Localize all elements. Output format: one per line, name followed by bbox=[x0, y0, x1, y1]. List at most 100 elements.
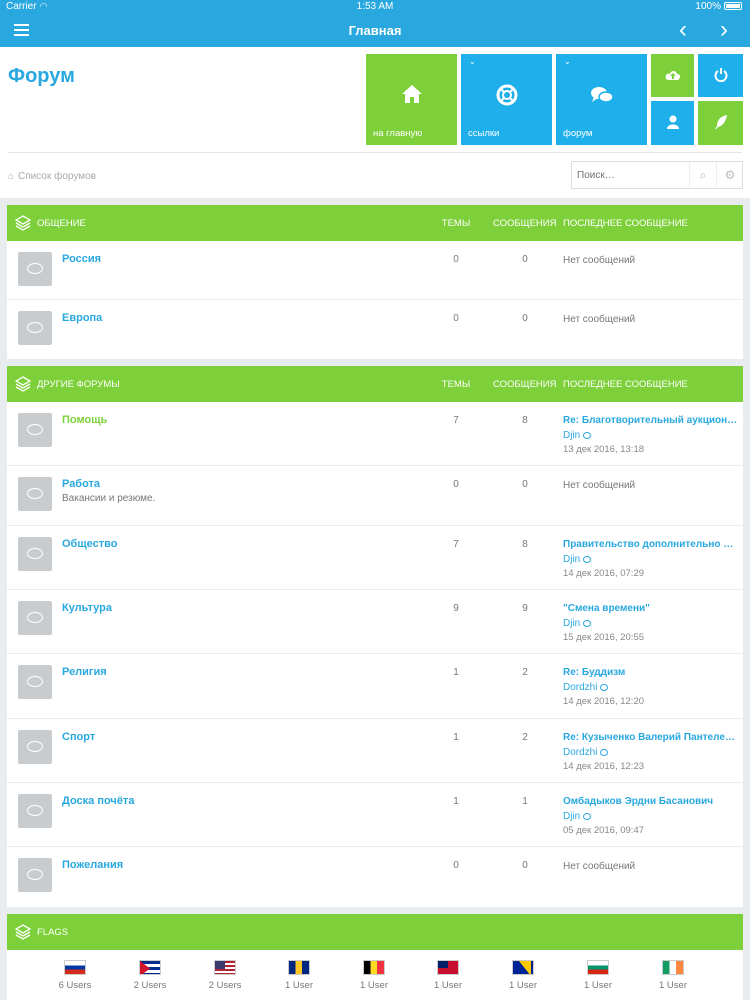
forum-title[interactable]: Общество bbox=[62, 538, 117, 550]
forum-read-icon bbox=[18, 311, 52, 345]
lifebuoy-icon bbox=[496, 84, 517, 106]
last-post: Правительство дополнительно п… Djin 14 д… bbox=[563, 539, 739, 579]
tile-profile[interactable] bbox=[651, 101, 694, 145]
forum-header: Форум на главную ⌄ ссылки ⌄ форум ⌂ Спис… bbox=[0, 47, 750, 198]
last-post-date: 14 дек 2016, 12:20 bbox=[563, 696, 645, 707]
flag-users-count: 1 User bbox=[509, 980, 537, 991]
forum-title[interactable]: Россия bbox=[62, 253, 101, 265]
flag-item[interactable]: 2 Users bbox=[120, 960, 180, 991]
page-title: Форум bbox=[8, 65, 75, 87]
tile-forum-label: форум bbox=[563, 128, 593, 139]
user-online-icon bbox=[583, 813, 592, 820]
section-header: FLAGS bbox=[7, 914, 743, 950]
forum-row[interactable]: Религия 1 2 Re: Буддизм Dordzhi 14 дек 2… bbox=[7, 654, 743, 719]
last-post-title[interactable]: Омбадыков Эрдни Басанович bbox=[563, 796, 739, 807]
flag-item[interactable]: 1 User bbox=[643, 960, 703, 991]
forum-title[interactable]: Религия bbox=[62, 666, 107, 678]
forum-section-other: ДРУГИЕ ФОРУМЫ ТЕМЫ СООБЩЕНИЯ ПОСЛЕДНЕЕ С… bbox=[7, 366, 743, 907]
forum-row[interactable]: Общество 7 8 Правительство дополнительно… bbox=[7, 526, 743, 590]
user-online-icon bbox=[583, 432, 592, 439]
forward-arrow-icon[interactable]: › bbox=[714, 17, 734, 43]
forum-row[interactable]: Культура 9 9 "Смена времени" Djin 15 дек… bbox=[7, 590, 743, 654]
forum-title[interactable]: Культура bbox=[62, 602, 112, 614]
tile-upload[interactable] bbox=[651, 54, 694, 97]
flag-users-count: 2 Users bbox=[133, 980, 167, 991]
last-post: Re: Благотворительный аукцион… Djin 13 д… bbox=[563, 415, 739, 455]
forum-title[interactable]: Пожелания bbox=[62, 859, 123, 871]
tile-forum[interactable]: ⌄ форум bbox=[556, 54, 647, 145]
forum-topics-count: 0 bbox=[453, 860, 459, 871]
section-title[interactable]: ОБЩЕНИЕ bbox=[37, 218, 86, 229]
last-post-title[interactable]: Re: Буддизм bbox=[563, 667, 739, 678]
forum-title[interactable]: Европа bbox=[62, 312, 102, 324]
last-post-author[interactable]: Djin bbox=[563, 618, 739, 629]
forum-title[interactable]: Спорт bbox=[62, 731, 95, 743]
last-post-title[interactable]: Re: Благотворительный аукцион… bbox=[563, 415, 739, 426]
section-header: ОБЩЕНИЕ ТЕМЫ СООБЩЕНИЯ ПОСЛЕДНЕЕ СООБЩЕН… bbox=[7, 205, 743, 241]
cloud-upload-icon bbox=[665, 71, 680, 80]
flag-item[interactable]: 2 Users bbox=[195, 960, 255, 991]
forum-messages-count: 0 bbox=[522, 254, 528, 265]
column-messages: СООБЩЕНИЯ bbox=[493, 379, 557, 390]
flag-item[interactable]: 1 User bbox=[418, 960, 478, 991]
gear-icon[interactable]: ⚙ bbox=[716, 162, 743, 188]
no-messages: Нет сообщений bbox=[563, 480, 636, 491]
no-messages: Нет сообщений bbox=[563, 861, 636, 872]
flags-list: 6 Users 2 Users 2 Users 1 User 1 User 1 … bbox=[7, 950, 743, 1000]
status-time: 1:53 AM bbox=[356, 1, 394, 12]
user-icon bbox=[666, 115, 679, 129]
section-title[interactable]: ДРУГИЕ ФОРУМЫ bbox=[37, 379, 120, 390]
forum-messages-count: 0 bbox=[522, 860, 528, 871]
last-post-date: 13 дек 2016, 13:18 bbox=[563, 444, 645, 455]
flag-item[interactable]: 6 Users bbox=[45, 960, 105, 991]
forum-row[interactable]: Спорт 1 2 Re: Кузыченко Валерий Пантеле…… bbox=[7, 719, 743, 783]
last-post-title[interactable]: Правительство дополнительно п… bbox=[563, 539, 739, 550]
forum-topics-count: 1 bbox=[453, 796, 459, 807]
tile-write[interactable] bbox=[698, 101, 743, 145]
flag-item[interactable]: 1 User bbox=[568, 960, 628, 991]
search-input[interactable] bbox=[573, 163, 689, 187]
usa-flag-icon bbox=[214, 960, 236, 975]
flag-item[interactable]: 1 User bbox=[269, 960, 329, 991]
forum-topics-count: 9 bbox=[453, 603, 459, 614]
section-header: ДРУГИЕ ФОРУМЫ ТЕМЫ СООБЩЕНИЯ ПОСЛЕДНЕЕ С… bbox=[7, 366, 743, 402]
forum-row[interactable]: Россия 0 0 Нет сообщений bbox=[7, 241, 743, 300]
back-arrow-icon[interactable]: ‹ bbox=[673, 17, 693, 43]
forum-row[interactable]: Доска почёта 1 1 Омбадыков Эрдни Басанов… bbox=[7, 783, 743, 847]
forum-row[interactable]: Помощь 7 8 Re: Благотворительный аукцион… bbox=[7, 402, 743, 466]
last-post-author[interactable]: Dordzhi bbox=[563, 747, 739, 758]
forum-row[interactable]: Европа 0 0 Нет сообщений bbox=[7, 300, 743, 359]
forum-title[interactable]: Доска почёта bbox=[62, 795, 134, 807]
forum-messages-count: 0 bbox=[522, 479, 528, 490]
last-post: Нет сообщений bbox=[563, 479, 739, 491]
user-online-icon bbox=[600, 684, 609, 691]
forum-read-icon bbox=[18, 858, 52, 892]
last-post-title[interactable]: "Смена времени" bbox=[563, 603, 739, 614]
power-icon bbox=[714, 68, 727, 82]
breadcrumb-label: Список форумов bbox=[18, 171, 96, 182]
forum-messages-count: 0 bbox=[522, 313, 528, 324]
last-post-author[interactable]: Djin bbox=[563, 811, 739, 822]
forum-description: Вакансии и резюме. bbox=[62, 493, 156, 504]
forum-title[interactable]: Помощь bbox=[62, 414, 107, 426]
user-online-icon bbox=[600, 749, 609, 756]
last-post-title[interactable]: Re: Кузыченко Валерий Пантеле… bbox=[563, 732, 739, 743]
flag-users-count: 6 Users bbox=[58, 980, 92, 991]
nav-title: Главная bbox=[348, 23, 402, 38]
forum-row[interactable]: Пожелания 0 0 Нет сообщений bbox=[7, 847, 743, 903]
last-post-author[interactable]: Djin bbox=[563, 554, 739, 565]
forum-row[interactable]: Работа Вакансии и резюме. 0 0 Нет сообще… bbox=[7, 466, 743, 526]
search-icon[interactable]: ⌕ bbox=[689, 162, 716, 188]
flag-users-count: 2 Users bbox=[208, 980, 242, 991]
last-post-author[interactable]: Djin bbox=[563, 430, 739, 441]
flag-item[interactable]: 1 User bbox=[493, 960, 553, 991]
last-post: Нет сообщений bbox=[563, 860, 739, 872]
tile-logout[interactable] bbox=[698, 54, 743, 97]
barbados-flag-icon bbox=[288, 960, 310, 975]
breadcrumb[interactable]: ⌂ Список форумов bbox=[8, 171, 96, 182]
tile-links[interactable]: ⌄ ссылки bbox=[461, 54, 552, 145]
flag-item[interactable]: 1 User bbox=[344, 960, 404, 991]
forum-title[interactable]: Работа bbox=[62, 478, 100, 490]
tile-home[interactable]: на главную bbox=[366, 54, 457, 145]
last-post-author[interactable]: Dordzhi bbox=[563, 682, 739, 693]
